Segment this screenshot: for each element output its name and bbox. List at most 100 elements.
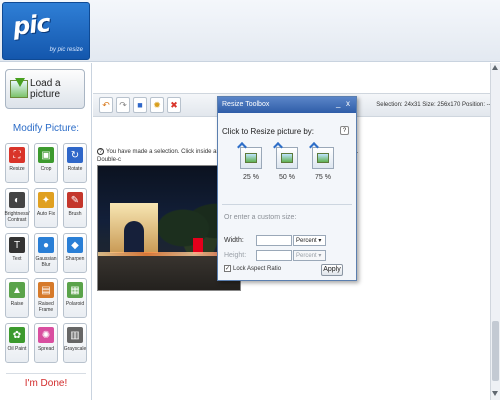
preset-label: 25 %	[243, 174, 259, 181]
save-button[interactable]: ■	[133, 97, 147, 113]
redo-button[interactable]: ↷	[116, 97, 130, 113]
oil-paint-icon: ✿	[9, 327, 25, 343]
tool-label: Brightness/ Contrast	[4, 211, 30, 223]
tool-label: Auto Fix	[36, 211, 56, 217]
close-button[interactable]: x	[346, 99, 350, 108]
zoom-button[interactable]: ✹	[150, 97, 164, 113]
tool-polaroid[interactable]: ▦ Polaroid	[63, 278, 87, 318]
height-label: Height:	[224, 252, 247, 259]
tool-label: Polaroid	[65, 301, 85, 307]
width-unit-select[interactable]: Percent ▾	[293, 235, 326, 246]
width-unit-value: Percent	[296, 238, 317, 244]
sharpen-icon: ◆	[67, 237, 83, 253]
im-done-link[interactable]: I'm Done!	[0, 378, 92, 389]
pic-resize-logo[interactable]: pic by pic resize	[2, 2, 90, 60]
grayscale-icon: ▥	[67, 327, 83, 343]
raise-icon: ▲	[9, 282, 25, 298]
tool-brush[interactable]: ✎ Brush	[63, 188, 87, 228]
load-picture-icon	[10, 78, 28, 100]
minimize-button[interactable]: _	[336, 99, 340, 108]
resize-heading: Click to Resize picture by:	[222, 127, 315, 136]
text-icon: T	[9, 237, 25, 253]
resize-image-icon	[273, 142, 298, 169]
resize-75-button[interactable]: 75 %	[309, 142, 336, 181]
photo-arch	[110, 203, 158, 253]
tool-raise[interactable]: ▲ Raise	[5, 278, 29, 318]
lock-aspect-label: Lock Aspect Ratio	[233, 265, 282, 272]
tool-resize[interactable]: ⛶ Resize	[5, 143, 29, 183]
redo-icon: ↷	[119, 99, 127, 110]
spread-icon: ✺	[38, 327, 54, 343]
help-icon[interactable]: ?	[340, 126, 349, 135]
app-header: pic by pic resize	[0, 0, 500, 62]
tool-grayscale[interactable]: ▥ Grayscale	[63, 323, 87, 363]
tool-spread[interactable]: ✺ Spread	[34, 323, 58, 363]
undo-button[interactable]: ↶	[99, 97, 113, 113]
magic-wand-icon: ✦	[38, 192, 54, 208]
resize-50-button[interactable]: 50 %	[273, 142, 300, 181]
width-input[interactable]	[256, 235, 292, 246]
preset-label: 75 %	[315, 174, 331, 181]
tool-label: Rotate	[67, 166, 83, 172]
tool-label: Text	[12, 256, 22, 262]
rotate-icon: ↻	[67, 147, 83, 163]
width-label: Width:	[224, 237, 244, 244]
tool-label: Resize	[9, 166, 25, 172]
crop-icon: ▣	[38, 147, 54, 163]
height-input[interactable]	[256, 250, 292, 261]
left-tool-panel: Load a picture Modify Picture: ⛶ Resize ▣ C…	[0, 63, 92, 400]
tool-sharpen[interactable]: ◆ Sharpen	[63, 233, 87, 273]
info-icon: ?	[97, 148, 104, 155]
divider	[222, 204, 352, 205]
resize-image-icon	[309, 142, 334, 169]
resize-icon: ⛶	[9, 147, 25, 163]
raised-frame-icon: ▤	[38, 282, 54, 298]
lock-aspect-checkbox[interactable]: ✓	[224, 265, 231, 272]
tool-brightness[interactable]: ◐ Brightness/ Contrast	[4, 188, 30, 228]
delete-icon: ✖	[170, 99, 178, 110]
tool-raised-frame[interactable]: ▤ Raised Frame	[34, 278, 58, 318]
load-picture-button[interactable]: Load a picture	[5, 69, 85, 109]
vertical-scrollbar[interactable]	[490, 63, 500, 400]
tool-rotate[interactable]: ↻ Rotate	[63, 143, 87, 183]
undo-icon: ↶	[102, 99, 110, 110]
divider	[6, 373, 86, 374]
tool-crop[interactable]: ▣ Crop	[34, 143, 58, 183]
tool-label: Gaussian Blur	[35, 256, 57, 268]
save-icon: ■	[137, 100, 143, 110]
resize-image-icon	[237, 142, 262, 169]
brightness-icon: ◐	[9, 192, 25, 208]
tool-blur[interactable]: ● Gaussian Blur	[34, 233, 58, 273]
tool-label: Grayscale	[63, 346, 87, 352]
tool-label: Crop	[40, 166, 52, 172]
preset-label: 50 %	[279, 174, 295, 181]
tool-label: Oil Paint	[7, 346, 27, 352]
brush-icon: ✎	[67, 192, 83, 208]
zoom-icon: ✹	[153, 99, 161, 110]
height-unit-select[interactable]: Percent ▾	[293, 250, 326, 261]
scroll-down-icon[interactable]	[492, 391, 498, 396]
apply-button[interactable]: Apply	[321, 264, 343, 276]
height-unit-value: Percent	[296, 253, 317, 259]
scroll-thumb[interactable]	[492, 321, 499, 381]
tool-label: Raised Frame	[38, 301, 54, 313]
custom-size-heading: Or enter a custom size:	[224, 214, 297, 221]
resize-25-button[interactable]: 25 %	[237, 142, 264, 181]
lock-aspect-ratio[interactable]: ✓ Lock Aspect Ratio	[224, 265, 281, 272]
polaroid-icon: ▦	[67, 282, 83, 298]
tool-magic-wand[interactable]: ✦ Auto Fix	[34, 188, 58, 228]
scroll-up-icon[interactable]	[492, 65, 498, 70]
load-picture-label: Load a picture	[30, 78, 61, 100]
modify-tools-grid: ⛶ Resize ▣ Crop ↻ Rotate ◐ Brightness/ Contrast…	[5, 143, 87, 363]
blur-icon: ●	[38, 237, 54, 253]
delete-button[interactable]: ✖	[167, 97, 181, 113]
logo-mark: pic	[11, 9, 52, 41]
tool-label: Raise	[10, 301, 24, 307]
tool-label: Sharpen	[65, 256, 85, 262]
tool-text[interactable]: T Text	[5, 233, 29, 273]
tool-label: Spread	[37, 346, 55, 352]
modify-picture-title: Modify Picture:	[12, 123, 80, 134]
tool-oil-paint[interactable]: ✿ Oil Paint	[5, 323, 29, 363]
tool-label: Brush	[68, 211, 82, 217]
selection-status: Selection: 24x31 Size: 256x170 Position:…	[376, 102, 494, 108]
